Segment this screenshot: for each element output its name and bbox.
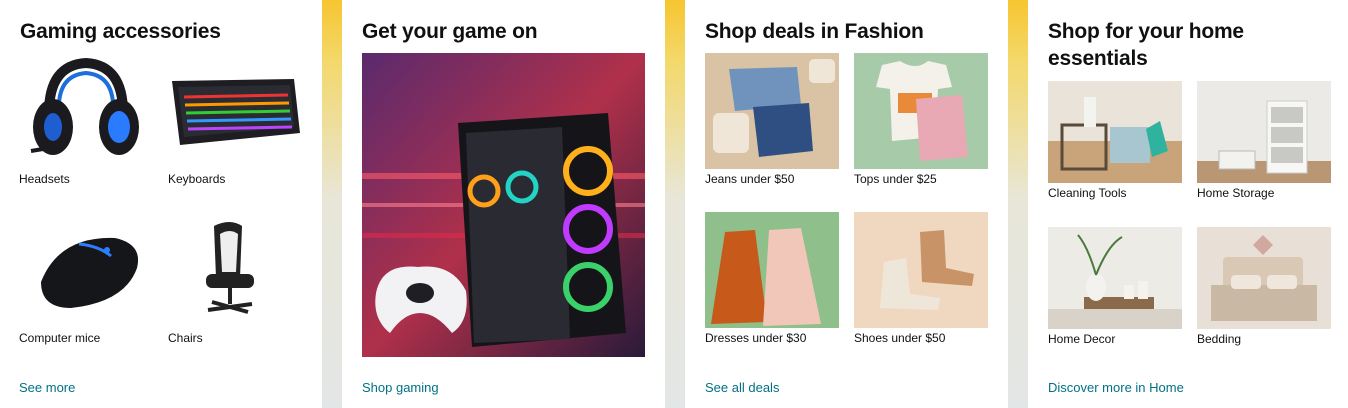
tile-headsets[interactable]: Headsets	[19, 53, 153, 193]
tile-bedding[interactable]: Bedding	[1197, 227, 1331, 357]
tile-jeans[interactable]: Jeans under $50	[705, 53, 839, 193]
chair-image	[168, 212, 302, 328]
tile-label: Keyboards	[168, 172, 226, 186]
tile-label: Tops under $25	[854, 172, 937, 186]
card-title: Gaming accessories	[20, 20, 221, 43]
gaming-pc-image[interactable]	[362, 53, 645, 357]
tops-image	[854, 53, 988, 169]
bedding-image	[1197, 227, 1331, 329]
keyboard-image	[168, 53, 302, 169]
tile-dresses[interactable]: Dresses under $30	[705, 212, 839, 352]
dresses-image	[705, 212, 839, 328]
shoes-image	[854, 212, 988, 328]
tile-label: Bedding	[1197, 332, 1242, 346]
tile-label: Cleaning Tools	[1048, 186, 1127, 200]
tile-keyboards[interactable]: Keyboards	[168, 53, 302, 193]
cleaning-tools-image	[1048, 81, 1182, 183]
mouse-image	[19, 212, 153, 328]
tile-computer-mice[interactable]: Computer mice	[19, 212, 153, 352]
discover-more-home-link[interactable]: Discover more in Home	[1048, 380, 1184, 395]
tile-label: Home Storage	[1197, 186, 1275, 200]
tile-tops[interactable]: Tops under $25	[854, 53, 988, 193]
card-home-essentials: Shop for your home essentials Cleaning T…	[1028, 0, 1348, 408]
home-storage-image	[1197, 81, 1331, 183]
tile-cleaning-tools[interactable]: Cleaning Tools	[1048, 81, 1182, 211]
tile-shoes[interactable]: Shoes under $50	[854, 212, 988, 352]
home-decor-image	[1048, 227, 1182, 329]
card-title: Shop for your home essentials	[1048, 20, 1244, 70]
card-title: Shop deals in Fashion	[705, 20, 924, 43]
see-all-deals-link[interactable]: See all deals	[705, 380, 779, 395]
card-gaming-accessories: Gaming accessories Headsets Keyboards Co…	[0, 0, 322, 408]
tile-label: Home Decor	[1048, 332, 1116, 346]
see-more-link[interactable]: See more	[19, 380, 75, 395]
tile-home-storage[interactable]: Home Storage	[1197, 81, 1331, 211]
tile-label: Chairs	[168, 331, 203, 345]
headset-image	[19, 53, 153, 169]
tile-chairs[interactable]: Chairs	[168, 212, 302, 352]
tile-label: Dresses under $30	[705, 331, 807, 345]
tile-home-decor[interactable]: Home Decor	[1048, 227, 1182, 357]
jeans-image	[705, 53, 839, 169]
tile-label: Jeans under $50	[705, 172, 795, 186]
tile-label: Headsets	[19, 172, 70, 186]
card-fashion-deals: Shop deals in Fashion Jeans under $50 To…	[685, 0, 1008, 408]
tile-label: Computer mice	[19, 331, 101, 345]
shop-gaming-link[interactable]: Shop gaming	[362, 380, 439, 395]
card-title: Get your game on	[362, 20, 538, 43]
tile-label: Shoes under $50	[854, 331, 946, 345]
card-get-your-game-on: Get your game on Shop gaming	[342, 0, 665, 408]
